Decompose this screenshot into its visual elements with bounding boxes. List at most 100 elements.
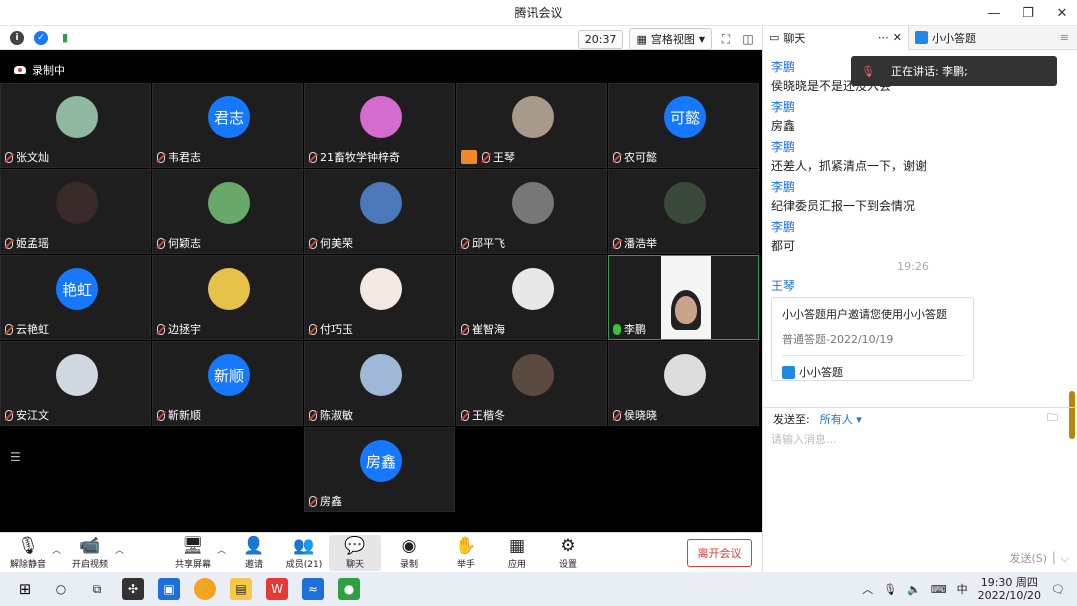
chat-tabs: ▭ 聊天 ⋯ ✕ 小小答题 ≡ [763, 25, 1077, 50]
ime-indicator[interactable]: 中 [957, 581, 968, 597]
share-screen-button[interactable]: 🖥 共享屏幕 [167, 535, 219, 570]
wps-icon[interactable]: W [266, 578, 288, 600]
record-button[interactable]: ◉ 录制 [383, 535, 435, 570]
participant-tile[interactable]: 君志 韦君志 [152, 83, 303, 168]
send-button[interactable]: 发送(S) │ ⌵ [1009, 550, 1069, 566]
security-shield-icon[interactable]: ✓ [34, 30, 48, 45]
start-video-button[interactable]: 📹 开启视频 [64, 535, 116, 570]
sidebar-toggle-icon[interactable]: ◫ [740, 31, 756, 47]
signal-strength-icon[interactable]: ▮ [58, 30, 72, 45]
wechat-icon[interactable]: ● [338, 578, 360, 600]
fullscreen-icon[interactable]: ⛶ [718, 31, 734, 47]
message-text: 纪律委员汇报一下到会情况 [771, 199, 916, 213]
participant-tile[interactable]: 崔智海 [456, 255, 607, 340]
avatar [512, 354, 554, 396]
app-pinwheel-icon[interactable]: ✣ [122, 578, 144, 600]
participant-tile[interactable]: 侯晓晓 [608, 341, 759, 426]
participant-tile[interactable]: 邱平飞 [456, 169, 607, 254]
participant-tile[interactable]: 何颖志 [152, 169, 303, 254]
participant-tile[interactable]: 21畜牧学钟梓奇 [304, 83, 455, 168]
message-sender[interactable]: 李鹏 [771, 139, 1055, 156]
participant-tile[interactable]: 王琴 [456, 83, 607, 168]
chat-button[interactable]: 💬 聊天 [329, 535, 381, 571]
file-explorer-icon[interactable]: ▤ [230, 578, 252, 600]
close-tab-icon[interactable]: ✕ [893, 31, 902, 44]
send-to-value: 所有人 [819, 412, 853, 426]
participant-name: 王琴 [493, 151, 515, 164]
participant-tile[interactable]: 王楷冬 [456, 341, 607, 426]
participant-tile[interactable]: 潘浩举 [608, 169, 759, 254]
members-icon: 👥 [293, 536, 315, 556]
participant-tile[interactable]: 张文灿 [0, 83, 151, 168]
participant-name: 侯晓晓 [624, 409, 657, 422]
quiz-invite-card[interactable]: 小小答题用户邀请您使用小小答题 普通答题-2022/10/19 小小答题 [771, 297, 974, 381]
apps-label: 应用 [507, 560, 526, 570]
unmute-button[interactable]: 🎙 解除静音 [2, 535, 54, 570]
participant-tile[interactable]: 房鑫 房鑫 [304, 427, 455, 512]
mic-muted-icon [5, 323, 13, 335]
participant-tile[interactable]: 边拯宇 [152, 255, 303, 340]
invite-button[interactable]: 👤 邀请 [228, 535, 280, 570]
participant-name-row: 房鑫 [309, 493, 342, 509]
message-sender[interactable]: 李鹏 [771, 219, 1055, 236]
minimize-icon[interactable]: — [987, 6, 1001, 21]
share-options-chevron-icon[interactable]: ︿ [217, 543, 226, 556]
window-controls: — ❐ ✕ [987, 0, 1069, 26]
message-sender[interactable]: 王琴 [771, 278, 1055, 295]
avatar [56, 96, 98, 138]
mic-muted-icon [613, 409, 621, 421]
participant-tile[interactable]: 艳虹 云艳虹 [0, 255, 151, 340]
close-icon[interactable]: ✕ [1055, 6, 1069, 21]
microphone-tray-icon[interactable]: 🎙 [883, 583, 897, 596]
windows-start-icon[interactable]: ⊞ [14, 578, 36, 600]
participant-tile[interactable]: 何美荣 [304, 169, 455, 254]
message-text: 房鑫 [771, 119, 796, 133]
message-divider-time: 19:26 [897, 260, 929, 273]
members-button[interactable]: 👥 成员(21) [278, 535, 330, 570]
search-circle-icon[interactable]: ○ [50, 578, 72, 600]
message-sender[interactable]: 李鹏 [771, 179, 1055, 196]
raise-hand-button[interactable]: ✋ 举手 [440, 535, 492, 570]
clock[interactable]: 19:30 周四 2022/10/20 [978, 576, 1041, 602]
settings-button[interactable]: ⚙ 设置 [542, 535, 594, 570]
volume-icon[interactable]: 🔈 [907, 583, 921, 596]
leave-meeting-button[interactable]: 离开会议 [687, 539, 752, 567]
list-icon[interactable]: ☰ [10, 450, 21, 464]
menu-icon[interactable]: ≡ [1060, 31, 1069, 44]
participant-tile[interactable]: 陈淑敏 [304, 341, 455, 426]
tencent-meeting-icon[interactable]: ≈ [302, 578, 324, 600]
video-options-chevron-icon[interactable]: ︿ [115, 543, 124, 556]
message-input[interactable]: 请输入消息... [771, 431, 837, 447]
participant-tile[interactable]: 安江文 [0, 341, 151, 426]
system-tray: ︿ 🎙 🔈 ⌨ 中 19:30 周四 2022/10/20 🗨 [862, 572, 1077, 606]
message-sender[interactable]: 李鹏 [771, 99, 1055, 116]
maximize-icon[interactable]: ❐ [1021, 6, 1035, 21]
keyboard-icon[interactable]: ⌨ [931, 583, 947, 596]
notification-icon[interactable]: 🗨 [1051, 583, 1065, 596]
chevron-up-icon[interactable]: ︿ [862, 581, 873, 597]
task-view-icon[interactable]: ⧉ [86, 578, 108, 600]
participant-name-row: 王琴 [461, 149, 515, 165]
participant-name-row: 张文灿 [5, 149, 49, 165]
audio-options-chevron-icon[interactable]: ︿ [52, 543, 61, 556]
participant-tile[interactable]: 新顺 靳新顺 [152, 341, 303, 426]
participant-name: 邱平飞 [472, 237, 505, 250]
participant-tile[interactable]: 可懿 农可懿 [608, 83, 759, 168]
tab-quiz-label: 小小答题 [932, 31, 976, 45]
avatar [360, 268, 402, 310]
tab-quiz[interactable]: 小小答题 [909, 26, 982, 50]
app-store-icon[interactable]: ▣ [158, 578, 180, 600]
apps-button[interactable]: ▦ 应用 [491, 535, 543, 570]
participant-tile[interactable]: 李鹏 [608, 255, 759, 340]
view-mode-dropdown[interactable]: ▦ 宫格视图 ▼ [629, 28, 712, 50]
info-icon[interactable]: i [10, 30, 24, 45]
participant-tile[interactable]: 姬孟瑶 [0, 169, 151, 254]
browser-icon[interactable] [194, 578, 216, 600]
tab-chat[interactable]: ▭ 聊天 ⋯ ✕ [763, 25, 909, 50]
record-label: 录制 [399, 560, 418, 570]
file-icon[interactable]: 🗀 [1047, 409, 1058, 428]
participant-name-row: 付巧玉 [309, 321, 353, 337]
more-icon[interactable]: ⋯ [878, 31, 889, 44]
send-to-dropdown[interactable]: 所有人 ▾ [820, 411, 862, 427]
participant-tile[interactable]: 付巧玉 [304, 255, 455, 340]
